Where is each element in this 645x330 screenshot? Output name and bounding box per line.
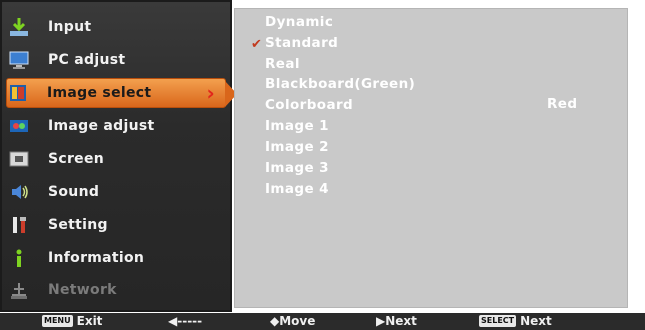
select-next-hint: SELECT Next xyxy=(479,314,552,328)
menu-item-label: PC adjust xyxy=(48,52,126,68)
menu-item-label: Image select xyxy=(47,85,152,101)
exit-label: Exit xyxy=(76,314,103,328)
menu-item-label: Setting xyxy=(48,217,108,233)
pc-adjust-icon xyxy=(8,49,30,71)
image-adjust-icon xyxy=(8,115,30,137)
menu-item-input[interactable]: Input xyxy=(8,12,224,42)
menu-item-network[interactable]: Network xyxy=(8,275,224,305)
submenu-item-image-4[interactable]: Image 4 xyxy=(265,179,329,199)
checkmark-icon: ✔ xyxy=(251,37,262,52)
menu-item-image-adjust[interactable]: Image adjust xyxy=(8,111,224,141)
menu-item-label: Input xyxy=(48,19,92,35)
menu-key-badge: MENU xyxy=(42,315,73,327)
screen-icon xyxy=(8,148,30,170)
network-icon xyxy=(8,279,30,301)
main-menu: Input PC adjust Image select › Image adj… xyxy=(0,0,237,312)
menu-item-pc-adjust[interactable]: PC adjust xyxy=(8,45,224,75)
select-key-badge: SELECT xyxy=(479,315,517,327)
menu-item-information[interactable]: Information xyxy=(8,243,224,273)
exit-hint: MENU Exit xyxy=(42,314,102,328)
colorboard-value: Red xyxy=(547,96,578,112)
information-icon xyxy=(8,247,30,269)
image-select-icon xyxy=(7,82,29,104)
menu-item-image-select[interactable]: Image select › xyxy=(6,78,237,108)
menu-item-screen[interactable]: Screen xyxy=(8,144,224,174)
menu-item-label: Screen xyxy=(48,151,105,167)
submenu-item-dynamic[interactable]: Dynamic xyxy=(265,12,333,32)
menu-item-label: Network xyxy=(48,282,117,298)
menu-item-label: Information xyxy=(48,250,145,266)
chevron-right-icon: › xyxy=(206,81,215,105)
menu-item-setting[interactable]: Setting xyxy=(8,210,224,240)
sound-icon xyxy=(8,181,30,203)
menu-item-sound[interactable]: Sound xyxy=(8,177,224,207)
back-hint: ◀----- xyxy=(168,314,203,328)
submenu-item-blackboard[interactable]: Blackboard(Green) xyxy=(265,74,415,94)
select-next-label: Next xyxy=(520,314,552,328)
input-icon xyxy=(8,16,30,38)
menu-item-label: Image adjust xyxy=(48,118,155,134)
move-hint: ◆Move xyxy=(270,314,316,328)
submenu-item-image-1[interactable]: Image 1 xyxy=(265,116,329,136)
submenu-item-colorboard[interactable]: Colorboard xyxy=(265,95,353,115)
submenu-item-real[interactable]: Real xyxy=(265,54,300,74)
submenu-item-standard[interactable]: Standard xyxy=(265,33,338,53)
setting-icon xyxy=(8,214,30,236)
next-arrow-hint: ▶Next xyxy=(376,314,417,328)
submenu-item-image-3[interactable]: Image 3 xyxy=(265,158,329,178)
status-bar: MENU Exit ◀----- ◆Move ▶Next SELECT Next xyxy=(0,313,645,330)
image-select-submenu: ✔ Dynamic Standard Real Blackboard(Green… xyxy=(234,8,628,308)
submenu-item-image-2[interactable]: Image 2 xyxy=(265,137,329,157)
menu-item-label: Sound xyxy=(48,184,100,200)
